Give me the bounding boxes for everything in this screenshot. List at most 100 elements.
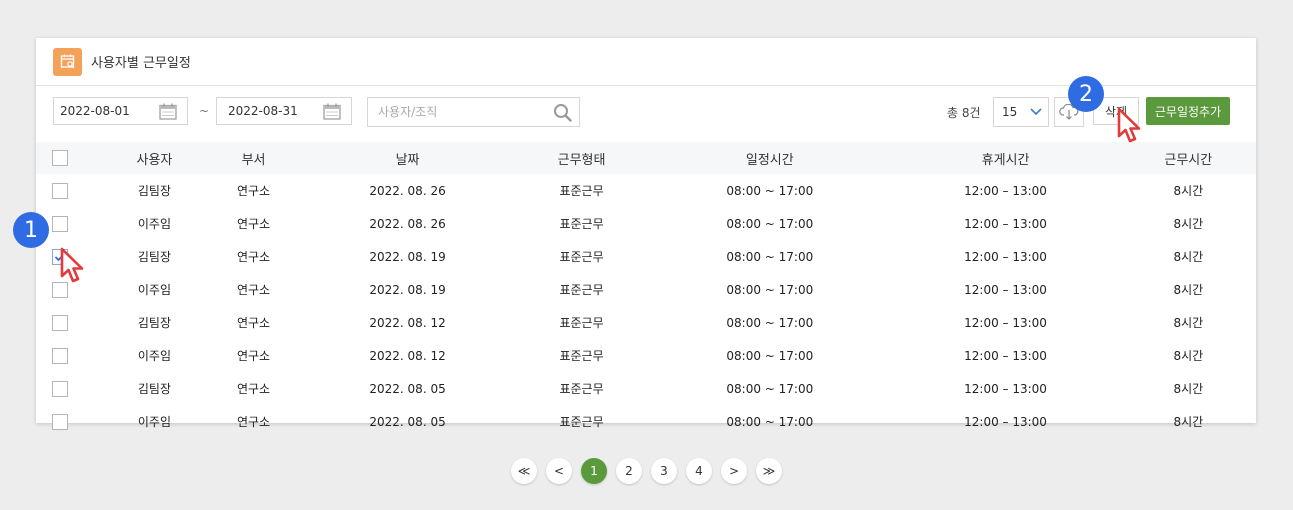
date-cell: 2022. 08. 12 (369, 348, 446, 363)
calendar-search-icon (53, 47, 82, 76)
date-cell: 2022. 08. 19 (369, 249, 446, 264)
page-button-3[interactable]: 3 (651, 458, 677, 484)
break-time-cell: 12:00 – 13:00 (964, 249, 1047, 264)
row-checkbox[interactable] (52, 215, 68, 232)
schedule-time-cell: 08:00 ~ 17:00 (726, 249, 814, 264)
row-checkbox[interactable] (52, 380, 68, 397)
schedule-time-cell: 08:00 ~ 17:00 (726, 282, 814, 297)
step-badge-2: 2 (1068, 76, 1104, 112)
table-header-row: 사용자 부서 날짜 근무형태 일정시간 휴게시간 근무시간 (36, 142, 1256, 174)
column-header-user[interactable]: 사용자 (103, 142, 206, 174)
department-cell: 연구소 (236, 316, 271, 330)
break-time-cell: 12:00 – 13:00 (964, 348, 1047, 363)
panel-header: 사용자별 근무일정 (36, 38, 1256, 86)
date-cell: 2022. 08. 26 (369, 216, 446, 231)
table-row[interactable]: 김팀장 연구소 2022. 08. 12 표준근무 08:00 ~ 17:00 12:00… (36, 306, 1256, 339)
add-schedule-button[interactable]: 근무일정추가 (1146, 97, 1230, 125)
work-hours-cell: 8시간 (1173, 250, 1204, 264)
select-all-cell (36, 142, 103, 174)
column-header-department[interactable]: 부서 (205, 142, 302, 174)
department-cell: 연구소 (236, 217, 271, 231)
work-type-cell: 표준근무 (559, 184, 604, 198)
table-row[interactable]: 김팀장 연구소 2022. 08. 05 표준근무 08:00 ~ 17:00 12:00… (36, 372, 1256, 405)
schedule-time-cell: 08:00 ~ 17:00 (726, 183, 814, 198)
row-select-cell (36, 405, 103, 438)
row-select-cell (36, 174, 103, 207)
row-checkbox[interactable] (52, 347, 68, 364)
work-hours-cell: 8시간 (1173, 415, 1204, 429)
department-cell: 연구소 (236, 382, 271, 396)
work-hours-cell: 8시간 (1173, 382, 1204, 396)
department-cell: 연구소 (236, 250, 271, 264)
column-header-work-type[interactable]: 근무형태 (513, 142, 650, 174)
next-page-button[interactable]: > (721, 458, 747, 484)
work-hours-cell: 8시간 (1173, 184, 1204, 198)
break-time-cell: 12:00 – 13:00 (964, 183, 1047, 198)
break-time-cell: 12:00 – 13:00 (964, 414, 1047, 429)
row-checkbox[interactable] (52, 314, 68, 331)
pointer-cursor-icon (1117, 107, 1141, 143)
prev-page-button[interactable]: < (546, 458, 572, 484)
end-date-value: 2022-08-31 (228, 104, 298, 118)
first-page-button[interactable]: ≪ (511, 458, 537, 484)
schedule-time-cell: 08:00 ~ 17:00 (726, 315, 814, 330)
work-type-cell: 표준근무 (559, 283, 604, 297)
calendar-icon[interactable] (323, 103, 341, 120)
row-checkbox[interactable] (52, 182, 68, 199)
calendar-icon[interactable] (159, 103, 177, 120)
row-checkbox[interactable] (52, 413, 68, 430)
table-row[interactable]: 김팀장 연구소 2022. 08. 26 표준근무 08:00 ~ 17:00 12:00… (36, 174, 1256, 207)
table-row[interactable]: 이주임 연구소 2022. 08. 12 표준근무 08:00 ~ 17:00 12:00… (36, 339, 1256, 372)
search-input[interactable] (376, 104, 550, 120)
page-size-select[interactable]: 15 (993, 97, 1049, 127)
department-cell: 연구소 (236, 415, 271, 429)
schedule-time-cell: 08:00 ~ 17:00 (726, 216, 814, 231)
user-cell: 김팀장 (137, 382, 171, 396)
page-button-2[interactable]: 2 (616, 458, 642, 484)
step-badge-1: 1 (13, 212, 49, 248)
page-size-value: 15 (1002, 105, 1018, 119)
work-type-cell: 표준근무 (559, 316, 604, 330)
date-range-separator: ~ (199, 104, 210, 118)
page-button-1[interactable]: 1 (581, 458, 607, 484)
search-icon[interactable] (553, 103, 572, 122)
department-cell: 연구소 (236, 184, 271, 198)
end-date-input[interactable]: 2022-08-31 (216, 97, 352, 125)
work-hours-cell: 8시간 (1173, 217, 1204, 231)
date-cell: 2022. 08. 12 (369, 315, 446, 330)
break-time-cell: 12:00 – 13:00 (964, 282, 1047, 297)
user-org-search[interactable] (367, 97, 580, 127)
page-title: 사용자별 근무일정 (91, 56, 191, 71)
table-row[interactable]: 이주임 연구소 2022. 08. 05 표준근무 08:00 ~ 17:00 12:00… (36, 405, 1256, 438)
work-hours-cell: 8시간 (1173, 349, 1204, 363)
row-select-cell (36, 339, 103, 372)
table-row[interactable]: 이주임 연구소 2022. 08. 19 표준근무 08:00 ~ 17:00 12:00… (36, 273, 1256, 306)
date-cell: 2022. 08. 05 (369, 414, 446, 429)
schedule-time-cell: 08:00 ~ 17:00 (726, 381, 814, 396)
department-cell: 연구소 (236, 283, 271, 297)
user-cell: 김팀장 (137, 184, 171, 198)
column-header-date[interactable]: 날짜 (301, 142, 514, 174)
column-header-break-time[interactable]: 휴게시간 (890, 142, 1121, 174)
pagination: ≪ < 1 2 3 4 > ≫ (511, 458, 791, 484)
column-header-schedule-time[interactable]: 일정시간 (649, 142, 891, 174)
date-cell: 2022. 08. 19 (369, 282, 446, 297)
user-cell: 이주임 (137, 349, 171, 363)
row-select-cell (36, 306, 103, 339)
last-page-button[interactable]: ≫ (756, 458, 782, 484)
work-type-cell: 표준근무 (559, 349, 604, 363)
date-cell: 2022. 08. 05 (369, 381, 446, 396)
department-cell: 연구소 (236, 349, 271, 363)
page-button-4[interactable]: 4 (686, 458, 712, 484)
table-row[interactable]: 김팀장 연구소 2022. 08. 19 표준근무 08:00 ~ 17:00 12:00… (36, 240, 1256, 273)
work-hours-cell: 8시간 (1173, 316, 1204, 330)
work-hours-cell: 8시간 (1173, 283, 1204, 297)
chevron-down-icon (1030, 108, 1042, 116)
table-row[interactable]: 이주임 연구소 2022. 08. 26 표준근무 08:00 ~ 17:00 12:00… (36, 207, 1256, 240)
user-cell: 이주임 (137, 283, 171, 297)
start-date-input[interactable]: 2022-08-01 (53, 97, 188, 125)
user-cell: 김팀장 (137, 316, 171, 330)
select-all-checkbox[interactable] (52, 150, 68, 166)
pointer-cursor-icon (60, 247, 84, 283)
start-date-value: 2022-08-01 (60, 104, 130, 118)
